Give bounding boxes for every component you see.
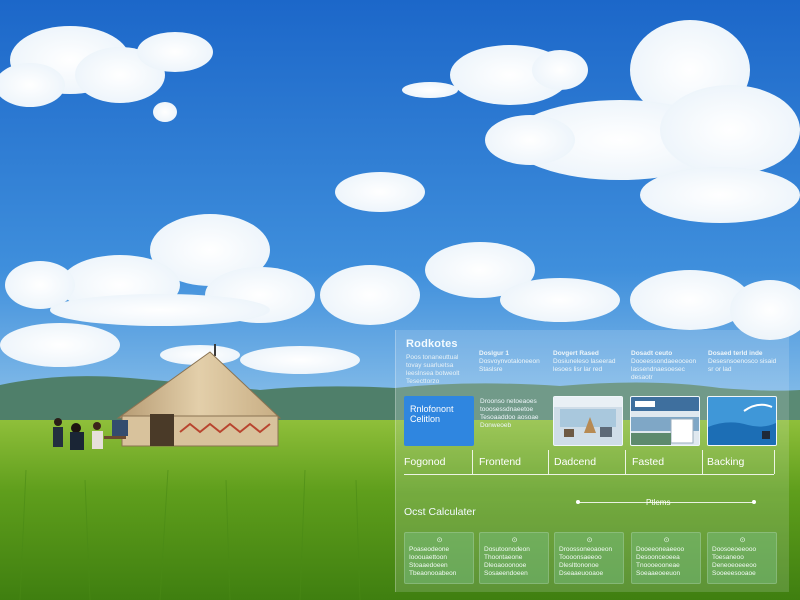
timeline-divider (774, 450, 775, 474)
cost-item-card[interactable]: ⊙ Doosoeoeeooo Toesaneoo Deneoeoeeeoo So… (707, 532, 777, 584)
items-divider-dot (752, 500, 756, 504)
cost-item-card[interactable]: ⊙ Droossoneoaoeon Toooonsaeeoo Dlesltton… (554, 532, 624, 584)
option-icon: ⊙ (511, 537, 518, 544)
timeline-line (404, 474, 774, 475)
stage-header-2: Doslgur 1 Dosvoynvotaloneeon Staslsre (479, 350, 549, 374)
timeline-divider (548, 450, 549, 474)
option-icon: ⊙ (436, 537, 443, 544)
stage-label: Fogonod (404, 456, 446, 468)
stage-header-desc: Dooeessondaeeoceon lassendnaesoesec desa… (631, 358, 697, 381)
stage-header-title: Dosaed terld inde (708, 350, 763, 357)
cost-item-card[interactable]: ⊙ Dooeeoneaeeoo Desoonceoeea Tnoooeoonea… (631, 532, 701, 584)
stage-label: Dadcend (554, 456, 597, 468)
stage-card-dadcend[interactable] (553, 396, 623, 446)
panel-intro: Poos tonaneuttual tovay suarluetsa leesl… (406, 354, 460, 385)
cost-calculator-title: Ocst Calculater (404, 506, 476, 518)
cost-item-card[interactable]: ⊙ Poaseodeone Iooouaettoon Stoaaedoeen T… (404, 532, 474, 584)
stage-header-3: Dovgert Rased Dosiuneleso laseerad lesoe… (553, 350, 623, 374)
stage-header-title: Doslgur 1 (479, 350, 509, 357)
cost-item-text: Dooeeoneaeeoo Desoonceoeea Tnoooeooneae … (636, 546, 685, 577)
screen-thumbnail-icon (631, 397, 699, 445)
items-divider-dot (576, 500, 580, 504)
option-icon: ⊙ (663, 537, 670, 544)
timeline-divider (702, 450, 703, 474)
stage-header-desc: Dosiuneleso laseerad lesoes lisr lar red (553, 358, 616, 373)
water-thumbnail-icon (708, 397, 776, 445)
stage-label: Frontend (479, 456, 522, 468)
room-thumbnail-icon (554, 397, 622, 445)
option-icon: ⊙ (586, 537, 593, 544)
cost-item-text: Droossoneoaoeon Toooonsaeeoo Dleslttonon… (559, 546, 613, 577)
option-icon: ⊙ (739, 537, 746, 544)
stage-label: Backing (707, 456, 745, 468)
stage-label: Fasted (632, 456, 665, 468)
cost-item-text: Poaseodeone Iooouaettoon Stoaaedoeen Tbe… (409, 546, 457, 577)
stage-header-title: Dovgert Rased (553, 350, 599, 357)
stage-header-desc: Dosvoynvotaloneeon Staslsre (479, 358, 540, 373)
stage-card-fogonod[interactable]: Rnlofonont Celitlon (404, 396, 474, 446)
panel-title: Rodkotes (406, 338, 458, 350)
stage-header-5: Dosaed terld inde Desesnsoenosco sisaid … (708, 350, 778, 374)
items-label: Ptlems (646, 498, 671, 507)
stage-card-fasted[interactable] (630, 396, 700, 446)
cost-item-card[interactable]: ⊙ Dosutoonodeon Thoontaeone Dleoaooonooe… (479, 532, 549, 584)
roadmap-panel: Rodkotes Poos tonaneuttual tovay suarlue… (395, 330, 789, 592)
stage-header-title: Dosadt ceuto (631, 350, 673, 357)
stage-header-desc: Desesnsoenosco sisaid sr or lad (708, 358, 777, 373)
stage-header-4: Dosadt ceuto Dooeessondaeeoceon lassendn… (631, 350, 701, 382)
cost-item-text: Dosutoonodeon Thoontaeone Dleoaooonooe S… (484, 546, 530, 577)
timeline-divider (472, 450, 473, 474)
stage-card-backing[interactable] (707, 396, 777, 446)
cost-item-text: Doosoeoeeooo Toesaneoo Deneoeoeeeoo Sooe… (712, 546, 757, 577)
timeline-divider (625, 450, 626, 474)
stage-card-frontend[interactable]: Droonso netoeaoes tooosessdnaeetoe Tesoa… (478, 396, 548, 446)
